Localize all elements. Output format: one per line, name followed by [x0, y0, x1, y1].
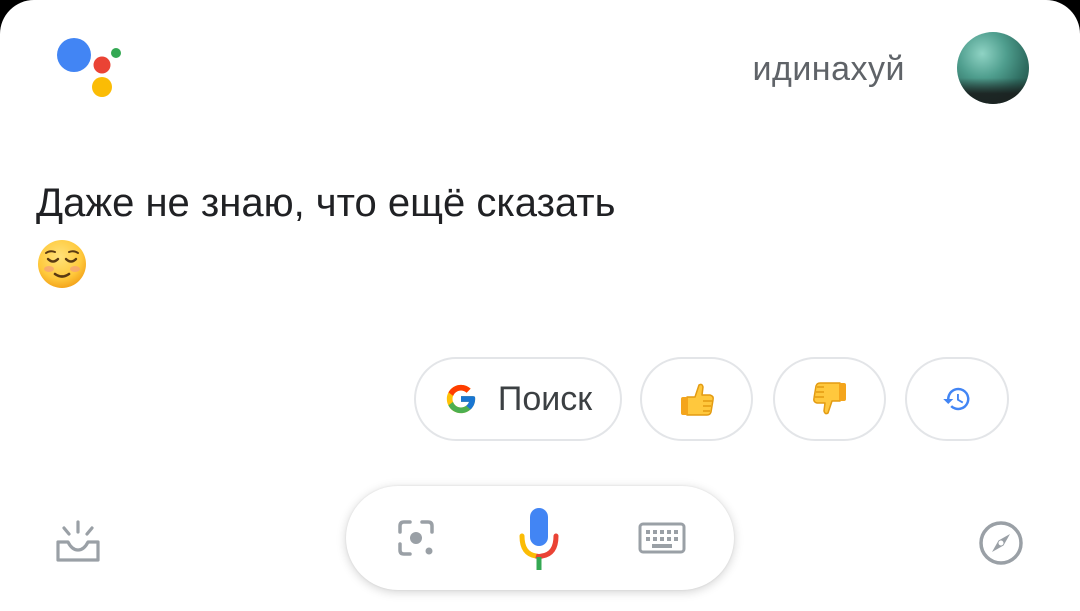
keyboard-icon[interactable]	[638, 522, 686, 554]
assistant-response-text: Даже не знаю, что ещё сказать	[36, 181, 616, 225]
updates-icon[interactable]	[54, 520, 102, 562]
avatar[interactable]	[957, 32, 1029, 104]
explore-icon[interactable]	[978, 520, 1024, 566]
search-chip-label: Поиск	[497, 379, 593, 418]
google-g-icon	[446, 384, 476, 414]
assistant-sheet: идинахуй Даже не знаю, что ещё сказать П…	[0, 0, 1080, 611]
thumbs-down-chip[interactable]	[773, 357, 886, 441]
assistant-logo-icon	[57, 38, 121, 97]
user-name[interactable]: идинахуй	[700, 50, 905, 89]
history-icon	[943, 387, 970, 411]
relieved-face-icon	[38, 240, 86, 288]
thumbs-up-chip[interactable]	[640, 357, 753, 441]
input-pill	[346, 486, 734, 590]
search-chip[interactable]: Поиск	[414, 357, 622, 441]
bottom-bar	[0, 470, 1080, 611]
history-chip[interactable]	[905, 357, 1009, 441]
lens-icon[interactable]	[396, 518, 436, 558]
mic-icon[interactable]	[516, 506, 562, 572]
thumbs-up-icon	[680, 383, 714, 416]
thumbs-down-icon	[812, 382, 846, 415]
